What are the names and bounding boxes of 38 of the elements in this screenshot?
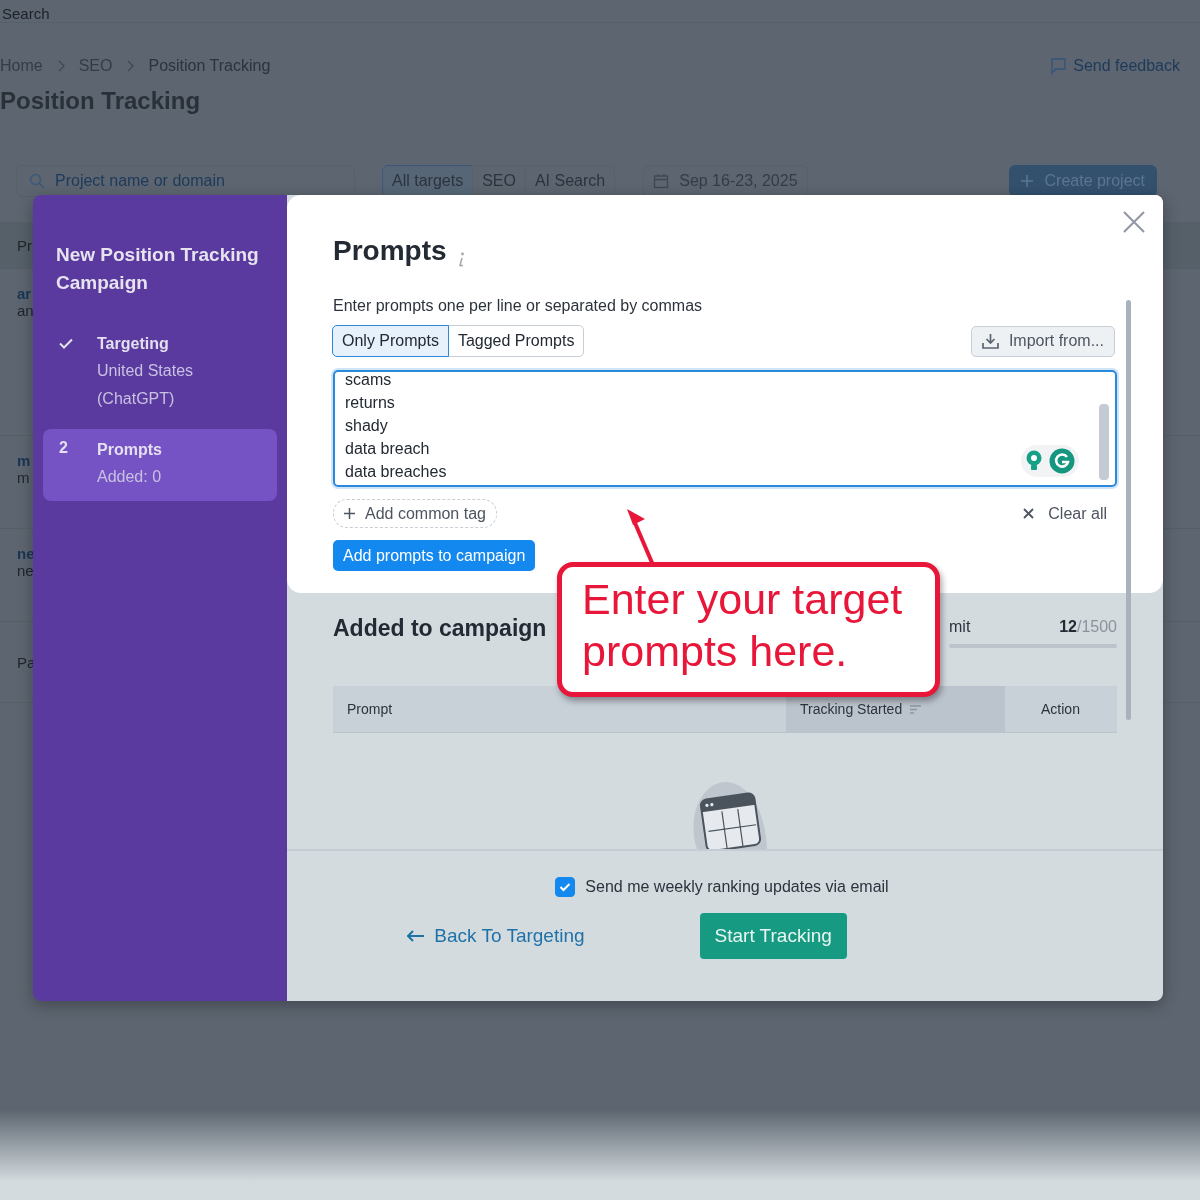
clear-all-button[interactable]: Clear all <box>1023 504 1107 523</box>
wizard-step[interactable]: Targeting United States (ChatGPT) <box>43 323 277 423</box>
project-name[interactable]: m <box>17 452 31 469</box>
project-text: ne <box>17 562 34 579</box>
project-text: an <box>17 302 34 319</box>
prompt-count: 12/1500 <box>1059 618 1117 636</box>
prompt-line: scams <box>345 372 392 390</box>
prompt-mode-tab[interactable]: Tagged Prompts <box>447 325 585 357</box>
column-header[interactable]: Action <box>1005 686 1116 732</box>
add-tag-button[interactable]: Add common tag <box>333 499 497 528</box>
instruction-text: Enter prompts one per line or separated by commas <box>333 297 704 315</box>
project-text: Pr <box>17 236 32 254</box>
start-tracking-button[interactable]: Start Tracking <box>699 913 847 959</box>
back-link[interactable]: Back To Targeting <box>407 925 585 947</box>
add-prompts-button[interactable]: Add prompts to campaign <box>333 540 536 571</box>
segment-tab[interactable]: All targets <box>382 165 474 197</box>
top-search-bar[interactable]: Search <box>0 0 1200 23</box>
wizard-title: New Position Tracking Campaign <box>55 243 260 295</box>
prompts-textarea[interactable]: scams returns shady data breach data breaches <box>333 370 1117 487</box>
page-title: Position Tracking <box>0 87 202 115</box>
email-updates-label: Send me weekly ranking updates via email <box>585 878 889 896</box>
prompt-mode-tab[interactable]: Only Prompts <box>332 325 449 357</box>
project-name[interactable]: ar <box>17 285 32 302</box>
annotation-text: Enter your target prompts here. <box>582 574 904 677</box>
search-placeholder: Search <box>1 6 50 22</box>
section-title: Prompts <box>333 235 447 267</box>
project-name[interactable]: ne <box>17 545 35 562</box>
prompt-line: data breach <box>345 439 430 459</box>
step-number: 2 <box>59 439 68 456</box>
limit-label: mit <box>949 618 971 636</box>
section-title: Added to campaign <box>333 615 547 642</box>
prompt-line: shady <box>345 416 388 436</box>
prompt-line: returns <box>345 393 395 413</box>
send-feedback-link[interactable]: Send feedback <box>1049 57 1180 75</box>
import-button[interactable]: Import from... <box>970 325 1115 357</box>
wizard-step[interactable]: 2 Prompts Added: 0 <box>43 429 277 501</box>
prompt-line: data breaches <box>345 462 447 482</box>
project-text: m <box>17 469 30 486</box>
